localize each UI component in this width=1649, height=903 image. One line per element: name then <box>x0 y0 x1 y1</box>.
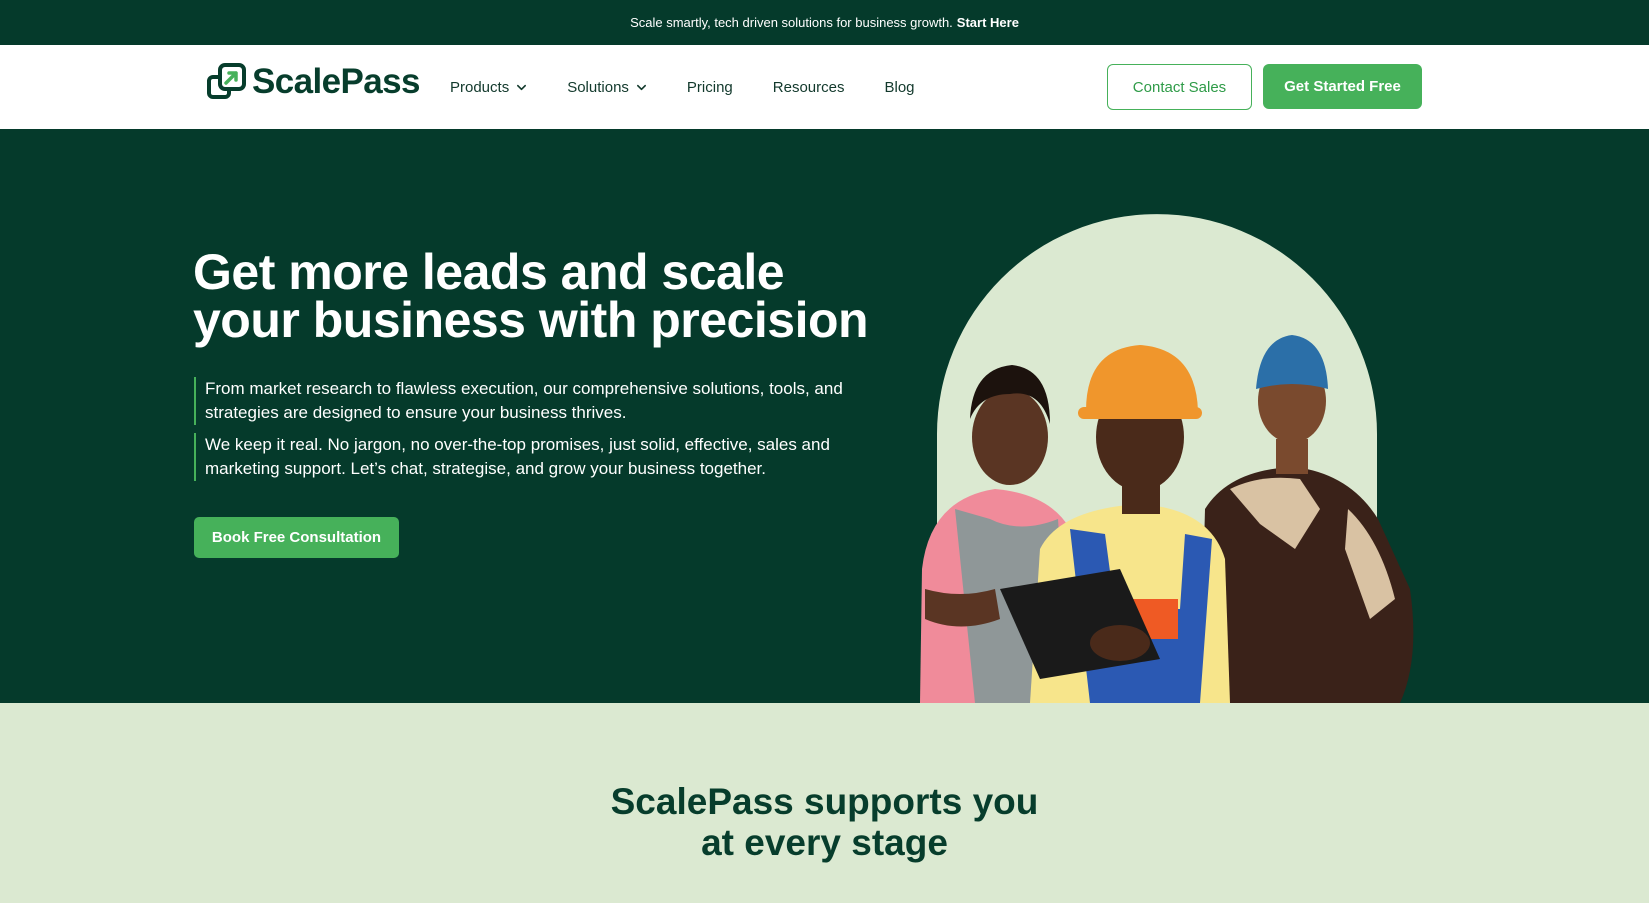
stage-title: ScalePass supports you at every stage <box>0 781 1649 863</box>
nav-resources[interactable]: Resources <box>773 79 845 96</box>
contact-sales-button[interactable]: Contact Sales <box>1107 64 1252 110</box>
logo-link[interactable]: ScalePass <box>206 61 420 103</box>
nav-blog[interactable]: Blog <box>884 79 914 96</box>
announcement-bar: Scale smartly, tech driven solutions for… <box>0 0 1649 45</box>
logo-wordmark: ScalePass <box>252 62 420 101</box>
nav-pricing[interactable]: Pricing <box>687 79 733 96</box>
nav-pricing-label: Pricing <box>686 78 733 96</box>
nav-products[interactable]: Products <box>450 79 527 96</box>
get-started-button[interactable]: Get Started Free <box>1263 64 1422 109</box>
hero-paragraph-1: From market research to flawless executi… <box>194 377 854 425</box>
hero-title: Get more leads and scale your business w… <box>193 247 913 345</box>
announcement-text: Scale smartly, tech driven solutions for… <box>630 15 953 30</box>
chevron-down-icon <box>636 84 646 90</box>
nav-products-label: Products <box>450 78 510 96</box>
stage-section: ScalePass supports you at every stage <box>0 703 1649 903</box>
hero-section: Get more leads and scale your business w… <box>0 129 1649 703</box>
site-header: ScalePass Products Solutions Pricing Res… <box>0 45 1649 129</box>
book-consultation-button[interactable]: Book Free Consultation <box>194 517 399 558</box>
nav-solutions[interactable]: Solutions <box>567 79 647 96</box>
nav-resources-label: Resources <box>772 78 845 96</box>
scalepass-logo-icon <box>207 63 246 99</box>
stage-title-line1: ScalePass supports you <box>610 781 1039 822</box>
nav-solutions-label: Solutions <box>567 78 629 96</box>
start-here-link[interactable]: Start Here <box>957 15 1019 30</box>
chevron-down-icon <box>517 84 527 90</box>
main-nav: Products Solutions Pricing Resources Blo… <box>450 45 955 129</box>
stage-title-line2: at every stage <box>701 822 948 863</box>
hero-workers-image <box>920 214 1414 703</box>
hero-paragraph-2: We keep it real. No jargon, no over-the-… <box>194 433 854 481</box>
hero-title-line2: your business with precision <box>193 292 869 348</box>
nav-blog-label: Blog <box>884 78 915 96</box>
